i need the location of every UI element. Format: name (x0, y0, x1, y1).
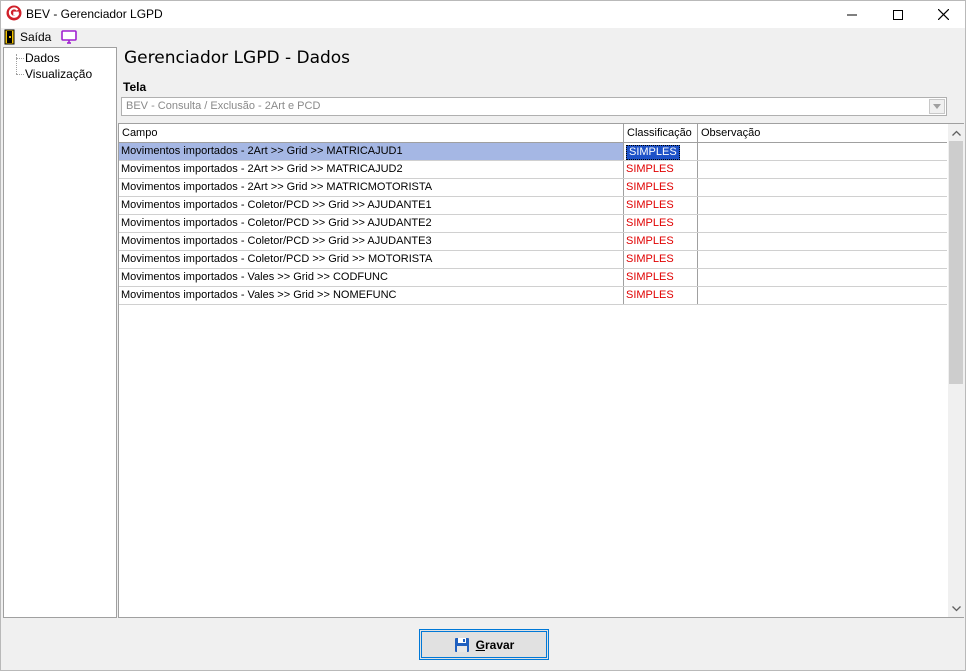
tree-item-dados[interactable]: Dados (25, 51, 60, 65)
cell-observacao[interactable] (698, 233, 947, 250)
cell-classificacao[interactable]: SIMPLES (624, 143, 698, 160)
table-row[interactable]: Movimentos importados - Vales >> Grid >>… (119, 287, 947, 305)
door-exit-icon (4, 29, 15, 45)
cell-observacao[interactable] (698, 251, 947, 268)
table-row[interactable]: Movimentos importados - 2Art >> Grid >> … (119, 179, 947, 197)
minimize-icon (847, 14, 857, 15)
save-button[interactable]: Gravar (419, 629, 549, 660)
save-button-focus-ring (421, 631, 547, 658)
cell-campo[interactable]: Movimentos importados - Coletor/PCD >> G… (119, 251, 624, 268)
tela-select-value: BEV - Consulta / Exclusão - 2Art e PCD (126, 100, 321, 112)
cell-classificacao[interactable]: SIMPLES (624, 287, 698, 304)
cell-classificacao[interactable]: SIMPLES (624, 179, 698, 196)
tela-label: Tela (123, 80, 147, 94)
cell-classificacao-value[interactable]: SIMPLES (626, 145, 680, 160)
page-title: Gerenciador LGPD - Dados (124, 48, 351, 68)
cell-classificacao[interactable]: SIMPLES (624, 197, 698, 214)
cell-observacao[interactable] (698, 269, 947, 286)
cell-campo[interactable]: Movimentos importados - 2Art >> Grid >> … (119, 143, 624, 160)
cell-observacao[interactable] (698, 179, 947, 196)
title-bar[interactable]: BEV - Gerenciador LGPD (1, 1, 965, 28)
tree-connector (16, 54, 17, 74)
cell-campo[interactable]: Movimentos importados - Coletor/PCD >> G… (119, 233, 624, 250)
tela-select[interactable]: BEV - Consulta / Exclusão - 2Art e PCD (121, 97, 947, 116)
cell-observacao[interactable] (698, 215, 947, 232)
column-header-campo[interactable]: Campo (119, 124, 624, 142)
scroll-up-button[interactable] (948, 124, 964, 141)
table-row[interactable]: Movimentos importados - 2Art >> Grid >> … (119, 143, 947, 161)
cell-observacao[interactable] (698, 143, 947, 160)
cell-campo[interactable]: Movimentos importados - Vales >> Grid >>… (119, 287, 624, 304)
table-row[interactable]: Movimentos importados - Coletor/PCD >> G… (119, 251, 947, 269)
table-row[interactable]: Movimentos importados - Vales >> Grid >>… (119, 269, 947, 287)
cell-classificacao[interactable]: SIMPLES (624, 269, 698, 286)
menu-item-exit[interactable]: Saída (4, 28, 51, 46)
cell-classificacao[interactable]: SIMPLES (624, 161, 698, 178)
cell-observacao[interactable] (698, 197, 947, 214)
cell-observacao[interactable] (698, 287, 947, 304)
menu-bar: Saída (1, 28, 965, 46)
cell-campo[interactable]: Movimentos importados - Vales >> Grid >>… (119, 269, 624, 286)
scrollbar-thumb[interactable] (949, 141, 963, 384)
table-row[interactable]: Movimentos importados - Coletor/PCD >> G… (119, 197, 947, 215)
minimize-button[interactable] (829, 1, 875, 28)
chevron-up-icon (951, 130, 961, 136)
cell-observacao[interactable] (698, 161, 947, 178)
table-row[interactable]: Movimentos importados - 2Art >> Grid >> … (119, 161, 947, 179)
menu-item-monitor[interactable] (60, 29, 78, 45)
navigation-tree: Dados Visualização (3, 47, 117, 618)
tree-item-visualizacao[interactable]: Visualização (25, 67, 92, 81)
menu-exit-label: Saída (20, 30, 52, 44)
cell-classificacao[interactable]: SIMPLES (624, 251, 698, 268)
app-logo-icon (6, 5, 22, 21)
cell-campo[interactable]: Movimentos importados - Coletor/PCD >> G… (119, 197, 624, 214)
data-grid[interactable]: Campo Classificação Observação Movimento… (118, 123, 964, 618)
cell-campo[interactable]: Movimentos importados - 2Art >> Grid >> … (119, 161, 624, 178)
chevron-down-icon (933, 104, 941, 109)
scroll-down-button[interactable] (948, 600, 964, 617)
cell-classificacao[interactable]: SIMPLES (624, 215, 698, 232)
vertical-scrollbar[interactable] (948, 124, 964, 617)
column-header-observacao[interactable]: Observação (698, 124, 947, 142)
maximize-icon (893, 9, 903, 20)
grid-header: Campo Classificação Observação (119, 124, 947, 143)
cell-classificacao[interactable]: SIMPLES (624, 233, 698, 250)
column-header-classificacao[interactable]: Classificação (624, 124, 698, 142)
chevron-down-icon (951, 605, 961, 611)
table-row[interactable]: Movimentos importados - Coletor/PCD >> G… (119, 215, 947, 233)
window-title: BEV - Gerenciador LGPD (26, 7, 163, 21)
maximize-button[interactable] (875, 1, 921, 28)
monitor-icon (61, 30, 77, 44)
tela-dropdown-button[interactable] (929, 99, 945, 114)
tree-connector (16, 58, 24, 59)
cell-campo[interactable]: Movimentos importados - 2Art >> Grid >> … (119, 179, 624, 196)
cell-campo[interactable]: Movimentos importados - Coletor/PCD >> G… (119, 215, 624, 232)
main-window: BEV - Gerenciador LGPD Saída Dados Visua… (0, 0, 966, 671)
close-icon (937, 9, 949, 20)
tree-connector (16, 74, 24, 75)
close-button[interactable] (920, 1, 966, 28)
table-row[interactable]: Movimentos importados - Coletor/PCD >> G… (119, 233, 947, 251)
